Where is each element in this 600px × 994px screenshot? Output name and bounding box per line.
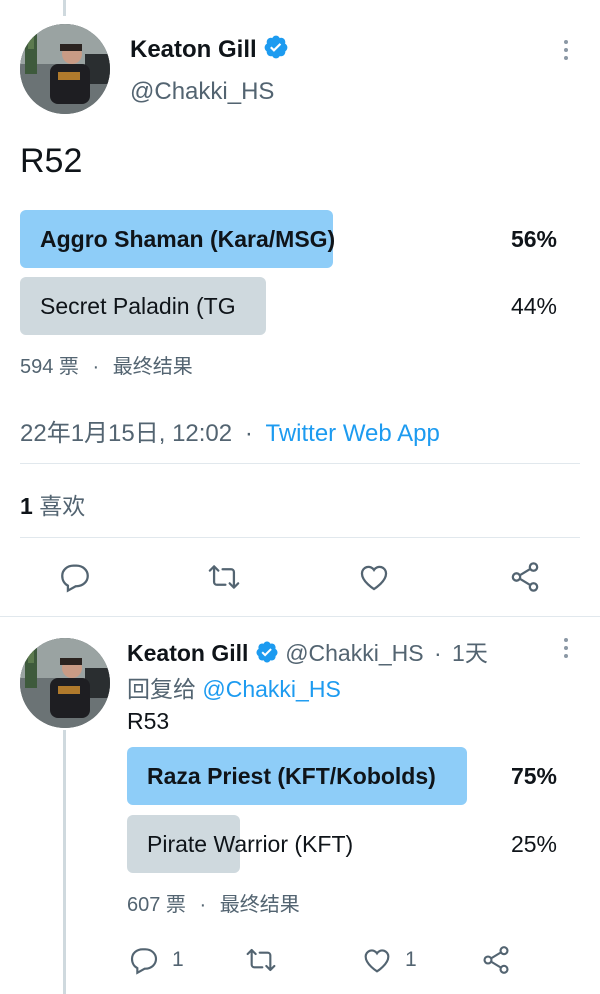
poll-option-label: Secret Paladin (TG <box>40 293 236 319</box>
likes-label: 喜欢 <box>39 493 86 519</box>
likes-stat[interactable]: 1 喜欢 <box>20 487 85 521</box>
like-icon[interactable] <box>357 560 391 594</box>
retweet-icon[interactable] <box>206 560 242 594</box>
author-name[interactable]: Keaton Gill <box>127 640 248 666</box>
author-name-text[interactable]: Keaton Gill <box>130 36 257 63</box>
tweet-text: R52 <box>20 142 83 180</box>
verified-badge-icon <box>255 640 279 670</box>
reply-count: 1 <box>172 948 184 971</box>
poll-option-percent: 25% <box>510 831 557 857</box>
thread-line-bottom <box>63 730 66 994</box>
poll-status: 最终结果 <box>219 894 300 916</box>
tweet-header: Keaton Gill @Chakki_HS · 1天 <box>127 634 488 670</box>
poll-option-percent: 56% <box>510 226 557 252</box>
meta-separator: · <box>244 420 253 447</box>
divider <box>20 537 580 538</box>
divider <box>20 463 580 464</box>
time-separator: · <box>433 640 442 666</box>
poll-votes: 607 票 <box>127 894 186 916</box>
avatar[interactable] <box>20 638 110 728</box>
likes-count: 1 <box>20 493 33 519</box>
reply-handle[interactable]: @Chakki_HS <box>202 676 340 702</box>
author-name[interactable]: Keaton Gill <box>130 34 289 67</box>
timestamp[interactable]: 22年1月15日, 12:02 <box>20 420 232 447</box>
poll-option-label: Aggro Shaman (Kara/MSG) <box>40 226 336 252</box>
poll-dot: · <box>92 356 100 378</box>
more-options-icon[interactable] <box>564 638 570 662</box>
verified-badge-icon <box>263 34 289 67</box>
thread-line-top <box>63 0 66 16</box>
tweet-text: R53 <box>127 708 170 734</box>
poll-option-percent: 44% <box>510 293 557 319</box>
like-count: 1 <box>405 948 417 971</box>
poll-status: 最终结果 <box>112 356 193 378</box>
poll-votes: 594 票 <box>20 356 79 378</box>
author-handle[interactable]: @Chakki_HS <box>285 640 423 666</box>
reply-icon[interactable] <box>128 944 160 976</box>
relative-time[interactable]: 1天 <box>452 640 488 666</box>
poll-footer: 607 票 · 最终结果 <box>127 888 300 917</box>
poll-dot: · <box>199 894 207 916</box>
section-separator <box>0 616 600 617</box>
like-icon[interactable] <box>361 944 393 976</box>
tweet-meta: 22年1月15日, 12:02 · Twitter Web App <box>20 413 440 448</box>
author-handle[interactable]: @Chakki_HS <box>130 78 274 106</box>
source-link[interactable]: Twitter Web App <box>265 420 439 447</box>
poll-option-label: Pirate Warrior (KFT) <box>147 831 354 857</box>
reply-icon[interactable] <box>58 560 92 594</box>
reply-prefix: 回复给 <box>127 676 196 702</box>
poll-footer: 594 票 · 最终结果 <box>20 350 193 379</box>
retweet-icon[interactable] <box>244 944 278 976</box>
avatar[interactable] <box>20 24 110 114</box>
reply-context: 回复给 @Chakki_HS <box>127 670 341 704</box>
poll-option-percent: 75% <box>510 763 557 789</box>
more-options-icon[interactable] <box>564 40 570 64</box>
poll-option-label: Raza Priest (KFT/Kobolds) <box>147 763 436 789</box>
share-icon[interactable] <box>480 944 512 976</box>
share-icon[interactable] <box>508 560 542 594</box>
